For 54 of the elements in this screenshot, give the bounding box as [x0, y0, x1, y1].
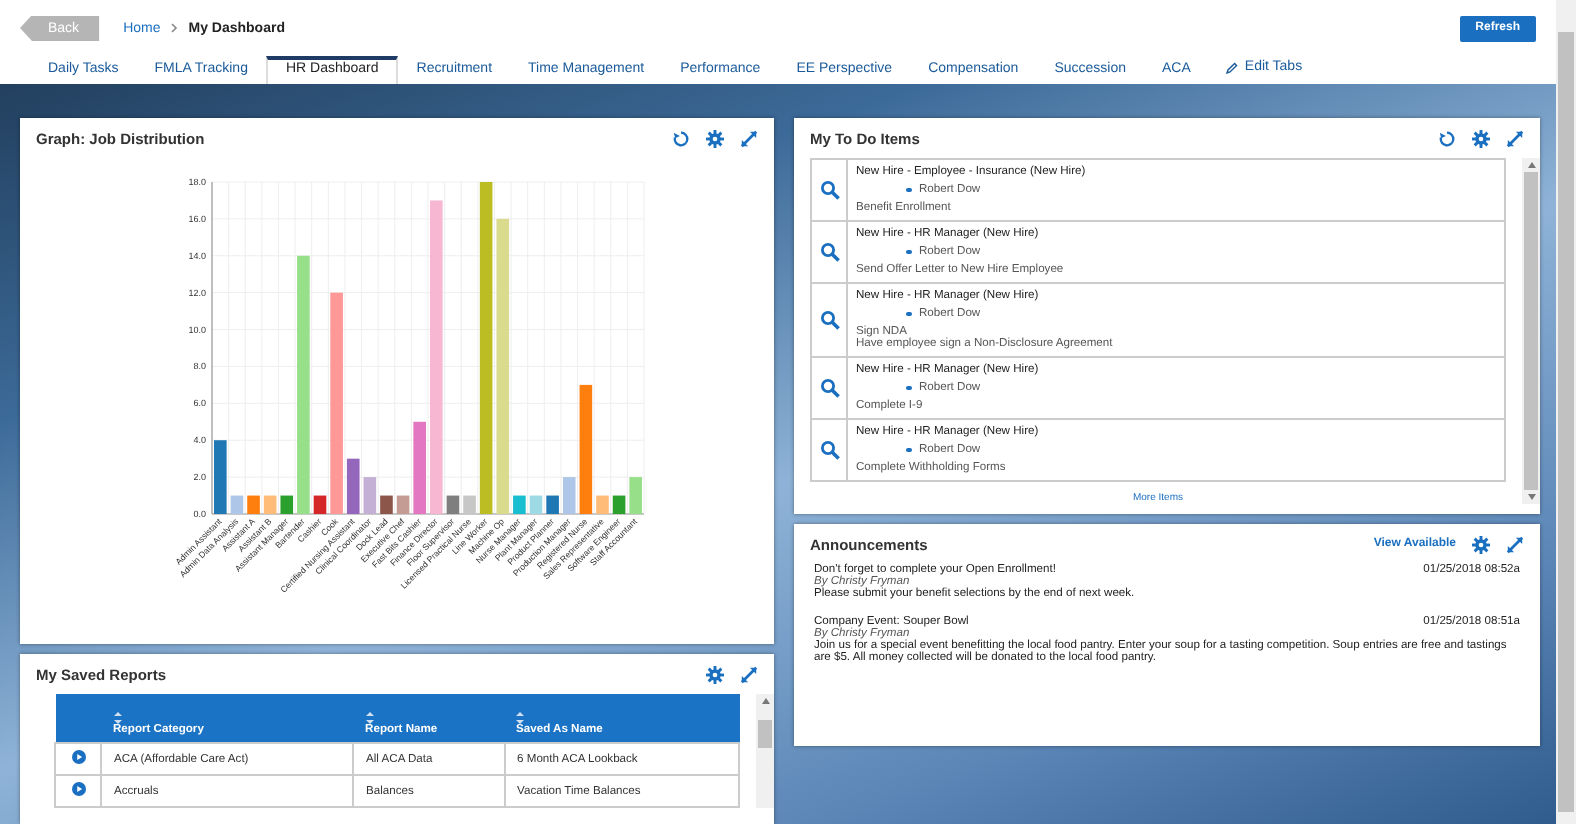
bar [412, 421, 425, 514]
sort-icon [365, 712, 374, 724]
scroll-up-icon[interactable] [1527, 162, 1535, 168]
bar [578, 384, 592, 514]
bar [395, 495, 409, 514]
scroll-down-icon[interactable] [1527, 494, 1535, 500]
bar [512, 495, 525, 514]
sort-icon [113, 712, 121, 724]
settings-icon[interactable] [1472, 129, 1490, 147]
bar [213, 440, 226, 514]
play-icon[interactable] [71, 782, 85, 796]
bullet-icon [906, 187, 911, 193]
expand-icon[interactable] [740, 665, 758, 683]
search-icon[interactable] [819, 440, 839, 460]
settings-icon[interactable] [706, 129, 724, 147]
pencil-icon [1226, 61, 1239, 73]
search-icon[interactable] [819, 180, 839, 200]
sort-icon [516, 712, 525, 724]
refresh-icon[interactable] [1438, 129, 1456, 147]
search-icon[interactable] [819, 242, 839, 262]
bar [312, 495, 326, 514]
header-cell [55, 694, 101, 743]
settings-icon[interactable] [1472, 535, 1490, 553]
bar [545, 495, 558, 514]
bar [528, 495, 542, 514]
scrollbar-thumb[interactable] [1558, 32, 1574, 812]
bullet-icon [906, 311, 911, 317]
bar [628, 477, 641, 514]
search-icon[interactable] [819, 378, 839, 398]
bar [445, 495, 459, 514]
bar [611, 495, 625, 514]
bullet-icon [906, 447, 911, 453]
scrollbar[interactable] [1522, 158, 1540, 504]
bar [262, 495, 276, 514]
refresh-icon[interactable] [672, 129, 690, 147]
bar [229, 495, 243, 514]
bar [246, 495, 259, 514]
bar [279, 495, 293, 514]
bar [462, 495, 475, 514]
search-icon[interactable] [819, 310, 839, 330]
expand-icon[interactable] [1506, 535, 1524, 553]
expand-icon[interactable] [1506, 129, 1524, 147]
bar [379, 495, 392, 514]
expand-icon[interactable] [740, 129, 758, 147]
bar [362, 477, 376, 514]
bullet-icon [906, 249, 911, 255]
page-scrollbar[interactable] [1556, 0, 1576, 824]
scroll-up-icon[interactable] [761, 698, 769, 704]
bullet-icon [906, 385, 911, 391]
play-icon[interactable] [71, 750, 85, 764]
bar [595, 495, 608, 514]
scrollbar[interactable] [756, 694, 774, 808]
chevron-icon [170, 22, 179, 34]
settings-icon[interactable] [706, 665, 724, 683]
